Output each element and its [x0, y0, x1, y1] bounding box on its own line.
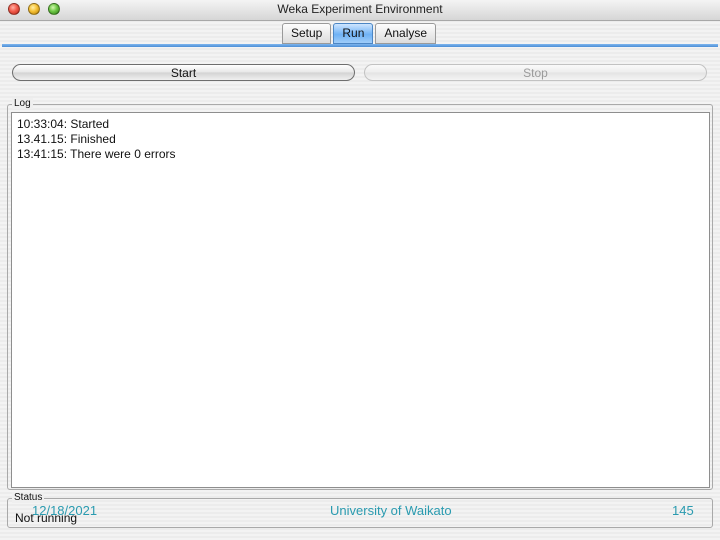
tab-setup[interactable]: Setup: [282, 23, 332, 44]
window-title: Weka Experiment Environment: [277, 2, 443, 16]
log-label: Log: [12, 98, 33, 109]
tab-run[interactable]: Run: [333, 23, 374, 44]
log-line: 13.41.15: Finished: [17, 132, 116, 146]
start-button[interactable]: Start: [12, 64, 355, 81]
status-label: Status: [12, 492, 45, 503]
title-bar[interactable]: Weka Experiment Environment: [0, 0, 720, 21]
experiment-window: Weka Experiment Environment Setup Run An…: [0, 0, 720, 540]
footer-page-number: 145: [672, 503, 694, 518]
log-line: 13:41:15: There were 0 errors: [17, 147, 176, 161]
stop-button: Stop: [364, 64, 707, 81]
tab-underline: [2, 44, 718, 47]
footer-organization: University of Waikato: [330, 503, 452, 518]
log-text-area[interactable]: 10:33:04: Started 13.41.15: Finished 13:…: [11, 112, 710, 488]
tab-analyse[interactable]: Analyse: [375, 23, 437, 44]
log-panel: Log 10:33:04: Started 13.41.15: Finished…: [7, 98, 713, 490]
footer-date: 12/18/2021: [32, 503, 98, 518]
log-line: 10:33:04: Started: [17, 117, 110, 131]
tab-bar: Setup Run Analyse: [282, 23, 438, 44]
